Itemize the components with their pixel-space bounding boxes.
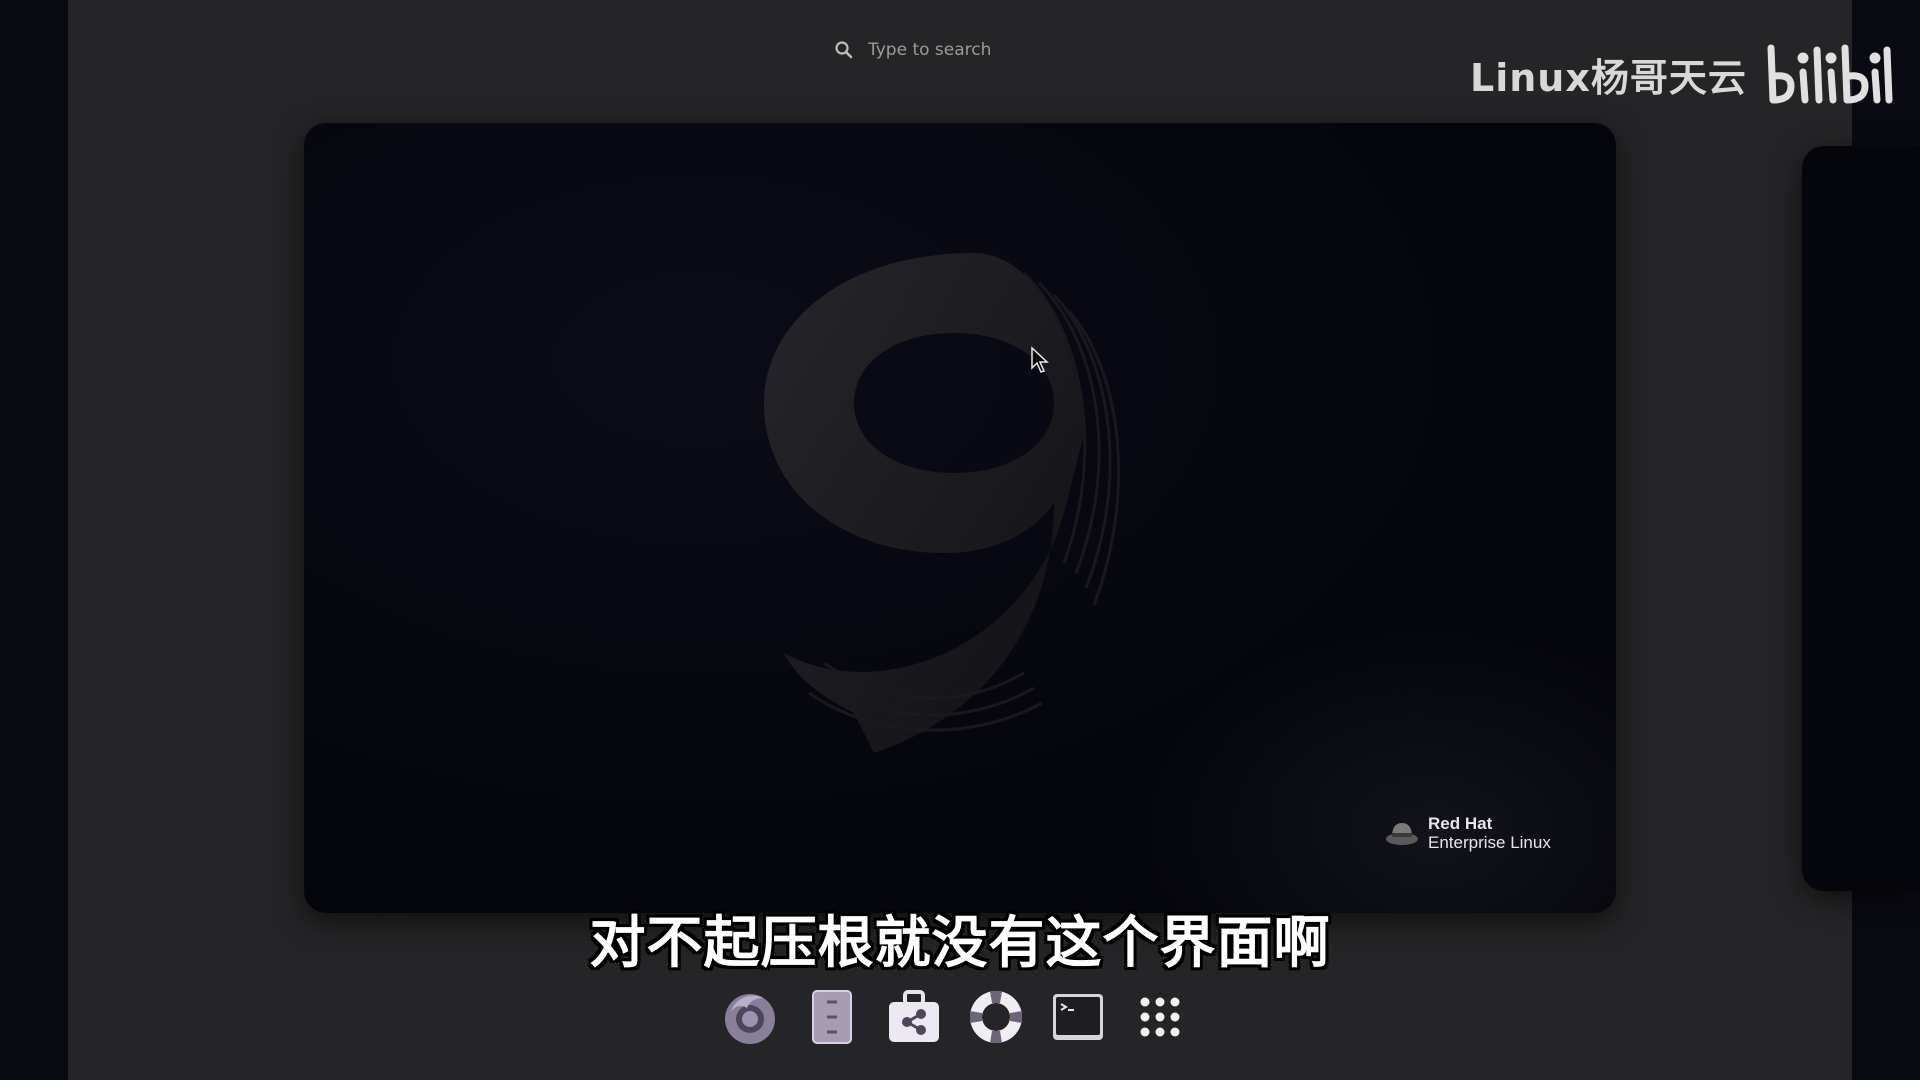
search-box[interactable]: Type to search	[834, 34, 991, 66]
files-icon	[812, 990, 852, 1044]
dash-terminal[interactable]	[1048, 987, 1108, 1047]
video-subtitle: 对不起压根就没有这个界面啊	[589, 911, 1331, 976]
redhat-subtitle: Enterprise Linux	[1428, 833, 1551, 852]
search-placeholder: Type to search	[868, 40, 992, 60]
dash-files[interactable]	[802, 987, 862, 1047]
wallpaper-nine-graphic	[764, 253, 1121, 753]
app-grid-icon	[1140, 997, 1180, 1037]
workspace-thumbnail-current[interactable]: Red Hat Enterprise Linux	[304, 123, 1616, 913]
software-icon	[889, 990, 939, 1042]
dash-firefox[interactable]	[720, 987, 780, 1047]
dash-software[interactable]	[884, 987, 944, 1047]
redhat-title: Red Hat	[1428, 814, 1493, 833]
watermark-text: Linux杨哥天云	[1470, 55, 1747, 100]
terminal-icon	[1053, 994, 1103, 1040]
redhat-brand: Red Hat Enterprise Linux	[1384, 815, 1551, 853]
firefox-icon	[725, 994, 775, 1044]
bilibili-logo-icon	[1767, 44, 1893, 104]
redhat-hat-icon	[1386, 823, 1418, 845]
help-icon	[970, 991, 1022, 1043]
search-icon	[835, 41, 853, 59]
dash-show-apps[interactable]	[1130, 987, 1190, 1047]
mouse-cursor-icon	[1031, 346, 1049, 373]
workspace-thumbnail-next[interactable]	[1802, 146, 1920, 891]
wallpaper-glow	[1134, 623, 1616, 913]
dash-help[interactable]	[966, 987, 1026, 1047]
dash	[720, 982, 1190, 1052]
video-watermark: Linux杨哥天云	[1470, 42, 1901, 106]
